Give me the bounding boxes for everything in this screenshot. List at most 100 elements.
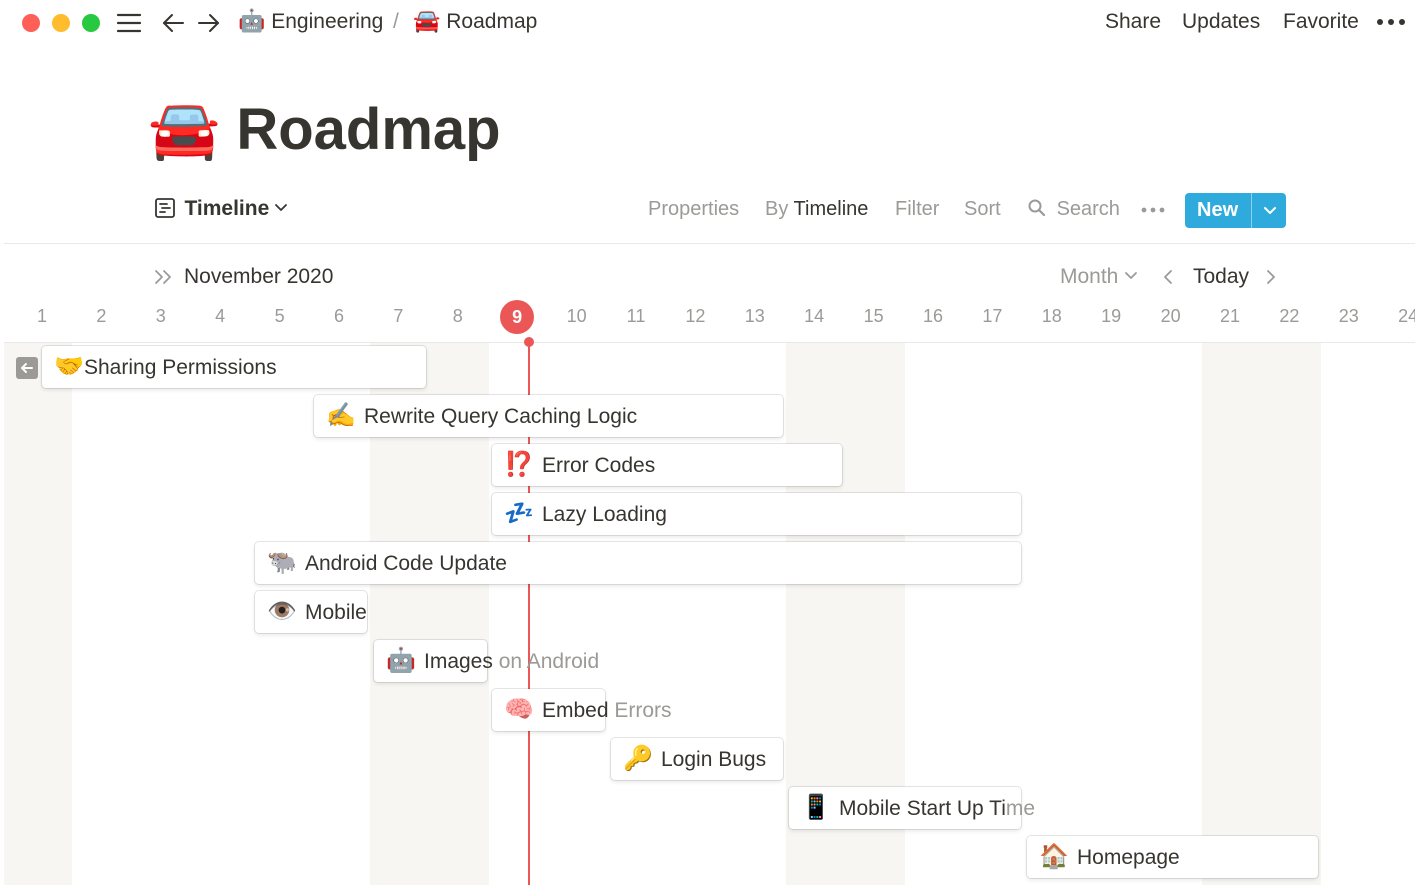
minimize-window-button[interactable] (52, 14, 70, 32)
task-title: Homepage (1077, 846, 1180, 869)
timeline-view-icon (155, 198, 175, 218)
updates-button[interactable]: Updates (1182, 10, 1260, 34)
arrow-left-icon (21, 363, 33, 373)
group-by-value: Timeline (793, 198, 869, 220)
filter-button[interactable]: Filter (895, 198, 939, 221)
task-title-overflow: me (1005, 797, 1036, 820)
favorite-button[interactable]: Favorite (1283, 10, 1359, 34)
day-number: 13 (744, 306, 765, 326)
day-number: 7 (393, 306, 404, 326)
page-icon[interactable]: 🚘 (148, 97, 220, 162)
task-title: Lazy Loading (542, 503, 667, 526)
arrow-left-icon[interactable] (161, 12, 185, 34)
chevron-right-icon[interactable] (1264, 268, 1278, 286)
task-card[interactable]: 🏠 Homepage (1027, 836, 1318, 878)
day-number: 15 (863, 306, 884, 326)
mobile-phone-icon: 📱 (801, 794, 831, 821)
properties-button[interactable]: Properties (648, 198, 739, 221)
double-chevron-icon[interactable] (153, 268, 175, 286)
task-card[interactable]: 🧠 Embed Errors (492, 689, 672, 731)
today-button[interactable]: Today (1193, 265, 1249, 289)
task-title: Mobile (305, 601, 367, 624)
new-button-label: New (1197, 199, 1239, 221)
day-number: 20 (1160, 306, 1181, 326)
task-title: Login Bugs (661, 748, 767, 771)
group-by-prefix: By (765, 198, 794, 220)
day-number: 2 (96, 306, 107, 326)
today-marker-dot (524, 337, 534, 347)
view-selector[interactable]: Timeline (154, 197, 288, 221)
page-title[interactable]: 🚘 Roadmap (148, 92, 501, 168)
weekend-column (1202, 343, 1321, 885)
task-title: Mobile Start Up Time (839, 797, 1035, 821)
eye-icon: 👁️ (267, 598, 297, 625)
more-view-options-icon[interactable] (1141, 205, 1165, 215)
task-title-overflow: Errors (608, 699, 672, 722)
task-card[interactable]: ⁉️ Error Codes (492, 444, 842, 486)
day-number: 5 (274, 306, 285, 326)
task-card[interactable]: ✍️ Rewrite Query Caching Logic (314, 395, 783, 437)
view-name: Timeline (184, 197, 270, 220)
task-card[interactable]: 🔑 Login Bugs (611, 738, 783, 780)
day-number: 12 (685, 306, 706, 326)
day-number: 24 (1398, 306, 1415, 326)
share-button[interactable]: Share (1105, 10, 1161, 34)
day-number: 16 (922, 306, 944, 326)
day-number: 23 (1338, 306, 1359, 326)
breadcrumb-label: Engineering (271, 10, 384, 33)
day-number: 11 (626, 306, 646, 326)
day-number: 8 (452, 306, 463, 326)
interrobang-icon: ⁉️ (504, 451, 534, 478)
task-card[interactable]: 🤝 Sharing Permissions (42, 346, 426, 388)
zoom-selector[interactable]: Month (1060, 265, 1138, 289)
brain-icon: 🧠 (504, 696, 534, 723)
scroll-to-item-button[interactable] (16, 357, 38, 379)
breadcrumb-engineering[interactable]: 🤖 Engineering (238, 10, 383, 34)
today-day-badge: 9 (500, 300, 535, 334)
day-number: 10 (566, 306, 587, 326)
sort-button[interactable]: Sort (964, 198, 1001, 221)
day-number: 14 (804, 306, 825, 326)
key-icon: 🔑 (623, 745, 653, 772)
day-number: 1 (36, 306, 47, 326)
more-options-icon[interactable] (1376, 16, 1406, 28)
task-title: Images on Android (424, 650, 599, 674)
writing-hand-icon: ✍️ (326, 402, 356, 429)
maximize-window-button[interactable] (82, 14, 100, 32)
breadcrumb-separator: / (393, 10, 399, 33)
day-number: 3 (155, 306, 166, 326)
task-title-overflow: on Android (492, 650, 600, 673)
page-title-text: Roadmap (236, 97, 501, 162)
search-button[interactable]: Search (1027, 198, 1120, 221)
header-divider (4, 342, 1415, 343)
day-number: 19 (1101, 306, 1122, 326)
chevron-left-icon[interactable] (1161, 268, 1175, 286)
water-buffalo-icon: 🐃 (267, 549, 297, 576)
close-window-button[interactable] (22, 14, 40, 32)
task-title: Android Code Update (305, 552, 507, 575)
car-icon: 🚘 (413, 8, 441, 33)
new-button[interactable]: New (1185, 193, 1286, 228)
menu-icon[interactable] (116, 12, 142, 34)
task-card[interactable]: 🐃 Android Code Update (255, 542, 1021, 584)
weekend-column (4, 343, 72, 885)
task-card[interactable]: 🤖 Images on Android (374, 640, 599, 682)
task-card[interactable]: 💤 Lazy Loading (492, 493, 1021, 535)
day-number: 4 (215, 306, 226, 326)
task-card[interactable]: 📱 Mobile Start Up Time (789, 787, 1035, 829)
breadcrumb-roadmap[interactable]: 🚘 Roadmap (413, 10, 537, 34)
arrow-right-icon[interactable] (197, 12, 221, 34)
search-label: Search (1056, 198, 1120, 220)
breadcrumb-label: Roadmap (446, 10, 538, 33)
task-title-text: Mobile Start Up Ti (839, 797, 1006, 820)
month-label: November 2020 (184, 265, 334, 288)
chevron-down-icon (1125, 272, 1138, 279)
task-title-text: Embed (542, 699, 609, 722)
task-card[interactable]: 👁️ Mobile (255, 591, 367, 633)
day-number: 22 (1279, 306, 1300, 326)
day-number: 18 (1041, 306, 1062, 326)
chevron-down-icon[interactable] (1262, 200, 1278, 220)
handshake-icon: 🤝 (54, 353, 84, 380)
task-title: Error Codes (542, 454, 656, 477)
group-by-button[interactable]: By Timeline (765, 198, 868, 221)
